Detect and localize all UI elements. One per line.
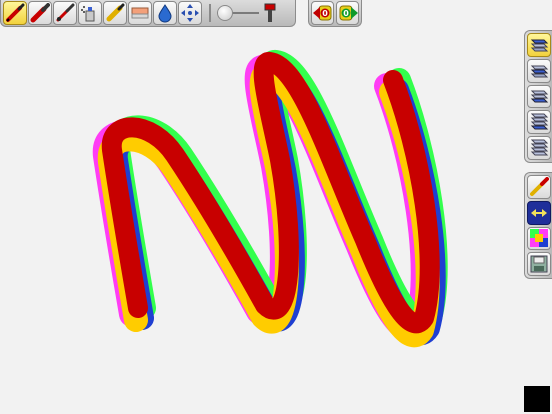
layers-icon (530, 113, 548, 130)
flip-horizontal-button[interactable] (526, 200, 551, 225)
slider-track[interactable] (217, 5, 259, 21)
drawing-canvas[interactable] (0, 28, 524, 414)
color-picker-icon (529, 176, 549, 196)
paintbrush-tool-button[interactable] (103, 1, 127, 25)
eraser-icon (131, 7, 149, 19)
layers-icon (530, 39, 548, 52)
undo-icon: 0 (313, 5, 332, 21)
marker-tool-button[interactable] (28, 1, 52, 25)
toolbar-divider (209, 4, 211, 22)
marker-icon (30, 3, 50, 23)
brush-size-icon (264, 3, 276, 22)
brush-size-slider[interactable] (209, 2, 277, 24)
redo-button[interactable]: 0 (336, 1, 359, 25)
layer-3-button[interactable] (526, 84, 551, 109)
color-palette-icon (529, 229, 548, 248)
drop-icon (158, 4, 172, 23)
layer-2-button[interactable] (526, 58, 551, 83)
layer-4-button[interactable] (526, 110, 551, 135)
paintbrush-icon (106, 3, 125, 22)
undo-count: 0 (322, 9, 328, 18)
layer-5-button[interactable] (526, 136, 551, 160)
save-button[interactable] (526, 252, 551, 276)
flip-horizontal-icon (530, 208, 547, 217)
undo-button[interactable]: 0 (311, 1, 334, 25)
undo-redo-toolbar: 0 0 (308, 0, 362, 27)
color-picker-button[interactable] (526, 175, 551, 199)
pen-tool-button[interactable] (3, 1, 27, 25)
eraser-tool-button[interactable] (128, 1, 152, 25)
brush-tool-button[interactable] (53, 1, 77, 25)
tool-toolbar (0, 0, 296, 27)
spray-can-icon (81, 6, 95, 22)
brush-icon (56, 3, 75, 22)
color-palette-button[interactable] (526, 226, 551, 251)
current-color-swatch[interactable] (524, 386, 550, 412)
layer-1-button[interactable] (526, 33, 551, 57)
move-arrows-icon (181, 4, 199, 22)
layers-icon (530, 65, 548, 78)
save-icon (530, 255, 547, 273)
layers-panel (524, 30, 552, 163)
redo-icon: 0 (339, 5, 358, 21)
drawn-strokes (92, 50, 448, 347)
spray-tool-button[interactable] (78, 1, 102, 25)
pen-icon (6, 3, 25, 22)
layers-icon (530, 139, 548, 156)
layers-icon (530, 90, 548, 103)
fill-tool-button[interactable] (153, 1, 177, 25)
move-tool-button[interactable] (178, 1, 202, 25)
side-tools-panel (524, 172, 552, 279)
slider-knob[interactable] (217, 5, 233, 21)
redo-count: 0 (343, 9, 349, 18)
